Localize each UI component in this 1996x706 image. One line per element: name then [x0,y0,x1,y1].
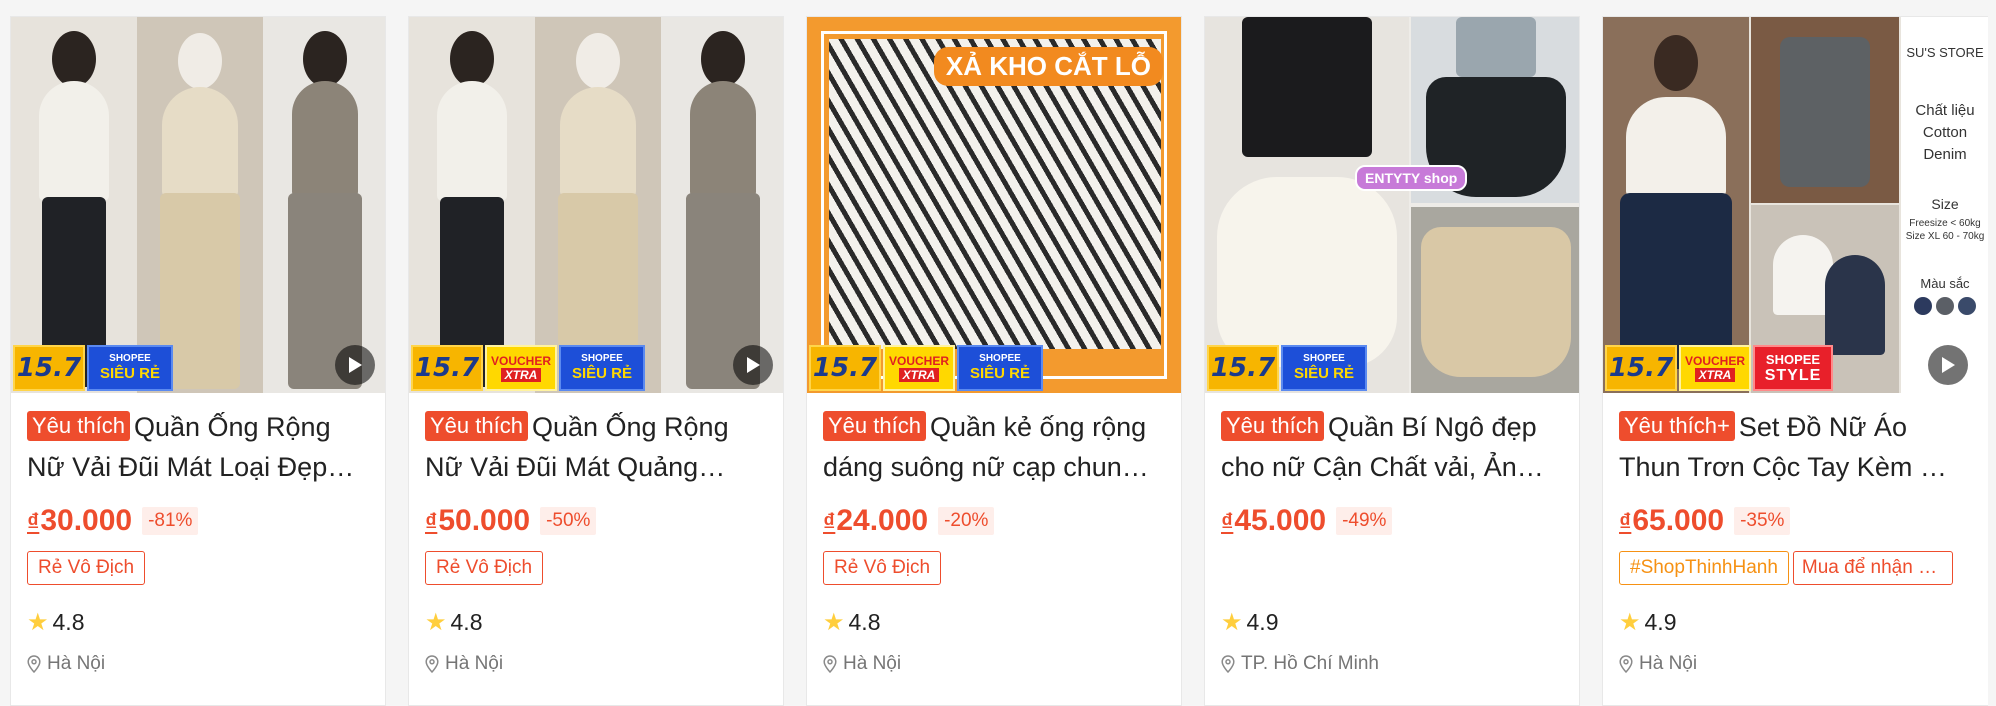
promo-tag: Rẻ Vô Địch [27,551,146,585]
shopee-sieu-re-badge: SHOPEE SIÊU RẺ [87,345,173,391]
favorite-badge: Yêu thích [1221,411,1324,441]
shopee-sieu-re-badge: SHOPEE SIÊU RẺ [1281,345,1367,391]
sale-date-badge: 15.7 [1605,345,1677,391]
sale-date-badge: 15.7 [13,345,85,391]
shopee-style-badge: SHOPEE STYLE [1753,345,1833,391]
product-price: ₫24.000 [823,504,929,537]
voucher-xtra-badge: VOUCHER XTRA [485,345,557,391]
location-pin-icon [1619,655,1633,673]
promo-badges: 15.7 VOUCHER XTRA SHOPEE SIÊU RẺ [411,345,645,391]
sale-date-badge: 15.7 [1207,345,1279,391]
voucher-xtra-badge: VOUCHER XTRA [883,345,955,391]
promo-tag: Rẻ Vô Địch [823,551,942,585]
shop-location: TP. Hồ Chí Minh [1221,649,1563,679]
shop-sticker: ENTYTY shop [1355,165,1468,191]
product-thumbnail[interactable]: XẢ KHO CẮT LỖ 15.7 VOUCHER XTRA SHOPEE S… [807,17,1181,393]
promo-badges: 15.7 VOUCHER XTRA SHOPEE STYLE [1605,345,1833,391]
star-icon: ★ [1221,608,1243,636]
product-thumbnail[interactable]: 15.7 SHOPEE SIÊU RẺ [11,17,385,393]
favorite-badge: Yêu thích [823,411,926,441]
play-icon[interactable] [335,345,375,385]
product-price: ₫65.000 [1619,504,1725,537]
product-price: ₫45.000 [1221,504,1327,537]
product-card[interactable]: 15.7 VOUCHER XTRA SHOPEE SIÊU RẺ Yêu thí… [408,16,784,706]
promo-badges: 15.7 SHOPEE SIÊU RẺ [13,345,173,391]
product-thumbnail[interactable]: 15.7 VOUCHER XTRA SHOPEE SIÊU RẺ [409,17,783,393]
color-swatch [1914,297,1932,315]
store-info-panel: SU'S STORE Chất liệu Cotton Denim Size F… [1901,17,1988,393]
discount-badge: -50% [540,507,597,535]
product-title[interactable]: Yêu thích Quần kẻ ống rộng dáng suông nữ … [823,407,1165,487]
product-rating: ★ 4.9 [1221,608,1279,636]
color-swatch [1936,297,1954,315]
shop-location: Hà Nội [1619,649,1972,679]
location-pin-icon [27,655,41,673]
sale-date-badge: 15.7 [411,345,483,391]
product-rating: ★ 4.8 [27,608,85,636]
star-icon: ★ [1619,608,1641,636]
play-icon[interactable] [1928,345,1968,385]
star-icon: ★ [425,608,447,636]
location-pin-icon [823,655,837,673]
shopee-sieu-re-badge: SHOPEE SIÊU RẺ [957,345,1043,391]
product-rating: ★ 4.8 [425,608,483,636]
play-icon[interactable] [733,345,773,385]
shop-location: Hà Nội [425,649,767,679]
promo-tag: Rẻ Vô Địch [425,551,544,585]
shop-location: Hà Nội [823,649,1165,679]
location-pin-icon [1221,655,1235,673]
discount-badge: -81% [142,507,199,535]
discount-badge: -35% [1734,507,1791,535]
product-rating: ★ 4.8 [823,608,881,636]
star-icon: ★ [27,608,49,636]
star-icon: ★ [823,608,845,636]
product-title[interactable]: Yêu thích+ Set Đồ Nữ Áo Thun Trơn Cộc Tay… [1619,407,1972,487]
discount-badge: -49% [1336,507,1393,535]
product-title[interactable]: Yêu thích Quần Ống Rộng Nữ Vải Đũi Mát Qu… [425,407,767,487]
discount-badge: -20% [938,507,995,535]
product-thumbnail[interactable]: SU'S STORE Chất liệu Cotton Denim Size F… [1603,17,1988,393]
product-card[interactable]: XẢ KHO CẮT LỖ 15.7 VOUCHER XTRA SHOPEE S… [806,16,1182,706]
sale-date-badge: 15.7 [809,345,881,391]
product-card[interactable]: 15.7 SHOPEE SIÊU RẺ Yêu thích Quần Ống Rộ… [10,16,386,706]
shopee-sieu-re-badge: SHOPEE SIÊU RẺ [559,345,645,391]
product-thumbnail[interactable]: ENTYTY shop 15.7 SHOPEE SIÊU RẺ [1205,17,1579,393]
product-rating: ★ 4.9 [1619,608,1677,636]
product-card[interactable]: SU'S STORE Chất liệu Cotton Denim Size F… [1602,16,1988,706]
product-price: ₫30.000 [27,504,133,537]
promo-badges: 15.7 VOUCHER XTRA SHOPEE SIÊU RẺ [809,345,1043,391]
product-grid: 15.7 SHOPEE SIÊU RẺ Yêu thích Quần Ống Rộ… [10,16,1988,706]
favorite-badge: Yêu thích [425,411,528,441]
product-price: ₫50.000 [425,504,531,537]
product-card[interactable]: ENTYTY shop 15.7 SHOPEE SIÊU RẺ Yêu thíc… [1204,16,1580,706]
color-swatch [1958,297,1976,315]
product-title[interactable]: Yêu thích Quần Bí Ngô đẹp cho nữ Cận Chất… [1221,407,1563,487]
trending-shop-tag: #ShopThinhHanh [1619,551,1789,585]
shop-location: Hà Nội [27,649,369,679]
promo-tag: Mua để nhận … [1792,551,1953,585]
promo-badges: 15.7 SHOPEE SIÊU RẺ [1207,345,1367,391]
voucher-xtra-badge: VOUCHER XTRA [1679,345,1751,391]
favorite-plus-badge: Yêu thích+ [1619,411,1735,441]
product-title[interactable]: Yêu thích Quần Ống Rộng Nữ Vải Đũi Mát Lo… [27,407,369,487]
favorite-badge: Yêu thích [27,411,130,441]
location-pin-icon [425,655,439,673]
clearance-banner: XẢ KHO CẮT LỖ [933,47,1163,86]
